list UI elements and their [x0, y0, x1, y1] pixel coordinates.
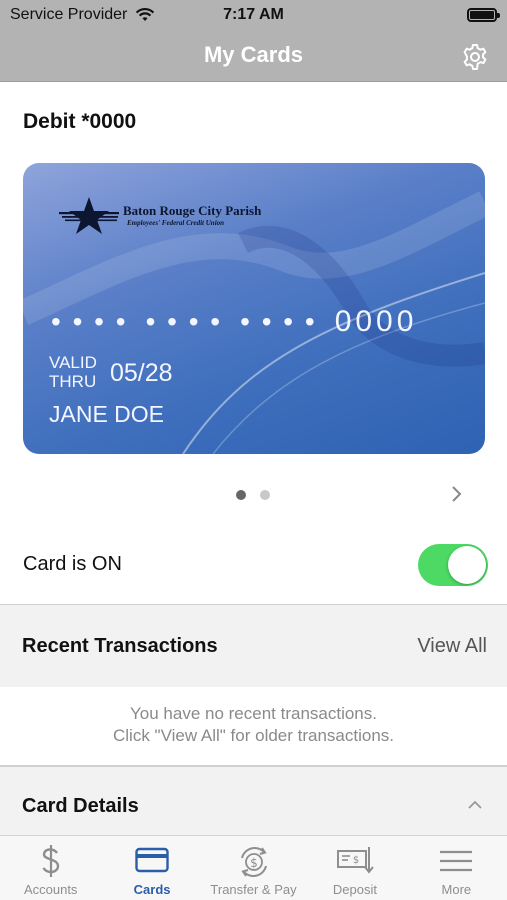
thru-label: THRU — [49, 372, 97, 391]
card-status-label: Card is ON — [23, 553, 122, 575]
card-expiry: 05/28 — [110, 359, 173, 387]
deposit-icon: $ — [336, 847, 374, 874]
card-icon — [135, 847, 169, 873]
bank-name: Baton Rouge City Parish — [123, 203, 262, 218]
clock: 7:17 AM — [223, 6, 284, 23]
card-holder-name: JANE DOE — [49, 401, 165, 427]
transfer-icon: $ — [240, 847, 267, 877]
tab-label: Accounts — [23, 882, 78, 897]
status-bar: Service Provider 7:17 AM — [0, 0, 507, 32]
empty-message-line: Click "View All" for older transactions. — [112, 726, 395, 745]
page-dot-active[interactable] — [236, 490, 246, 500]
tab-more[interactable]: More — [406, 836, 507, 900]
tab-label: Transfer & Pay — [210, 882, 297, 897]
tab-deposit[interactable]: $ Deposit — [304, 836, 405, 900]
valid-label: VALID — [49, 353, 97, 372]
debit-card-image[interactable]: Baton Rouge City Parish Employees' Feder… — [23, 163, 485, 454]
battery-icon — [467, 8, 500, 22]
bank-subtitle: Employees' Federal Credit Union — [127, 219, 225, 227]
tab-label: Cards — [133, 882, 171, 897]
tab-label: Deposit — [332, 882, 377, 897]
card-number: • • • • • • • • • • • • 0000 — [51, 305, 417, 339]
bank-logo: Baton Rouge City Parish Employees' Feder… — [59, 195, 261, 235]
card-pager — [236, 490, 270, 500]
card-details-header[interactable]: Card Details — [0, 767, 507, 835]
tab-label: More — [441, 882, 472, 897]
svg-text:$: $ — [250, 856, 258, 870]
navigation-bar: My Cards — [0, 32, 507, 82]
star-logo-icon — [59, 197, 119, 234]
tab-accounts[interactable]: Accounts — [0, 836, 101, 900]
card-details-title: Card Details — [22, 795, 139, 817]
settings-gear-icon[interactable] — [461, 43, 489, 71]
page-dot[interactable] — [260, 490, 270, 500]
card-name: Debit *0000 — [23, 110, 137, 133]
toggle-knob — [448, 546, 486, 584]
card-last4: 0000 — [334, 305, 418, 338]
tab-transfer-pay[interactable]: $ Transfer & Pay — [203, 836, 304, 900]
masked-group: • • • • — [145, 306, 223, 337]
chevron-right-icon[interactable] — [447, 483, 467, 505]
masked-group: • • • • — [240, 306, 317, 337]
dollar-icon — [42, 845, 59, 877]
valid-thru-label: VALID THRU — [49, 353, 97, 391]
recent-transactions-title: Recent Transactions — [22, 635, 218, 657]
card-on-toggle[interactable] — [418, 544, 488, 586]
tab-bar: Accounts Cards $ Transfer & Pay $ Deposi… — [0, 835, 507, 900]
chevron-up-icon[interactable] — [467, 799, 483, 811]
empty-transactions-message: You have no recent transactions. Click "… — [0, 703, 507, 747]
menu-icon — [440, 850, 473, 872]
svg-text:$: $ — [353, 855, 359, 866]
recent-transactions-header: Recent Transactions View All — [0, 605, 507, 687]
empty-message-line: You have no recent transactions. — [130, 704, 377, 723]
view-all-link[interactable]: View All — [417, 635, 487, 658]
masked-group: • • • • — [51, 306, 128, 337]
tab-cards[interactable]: Cards — [101, 836, 202, 900]
page-title: My Cards — [203, 42, 304, 67]
